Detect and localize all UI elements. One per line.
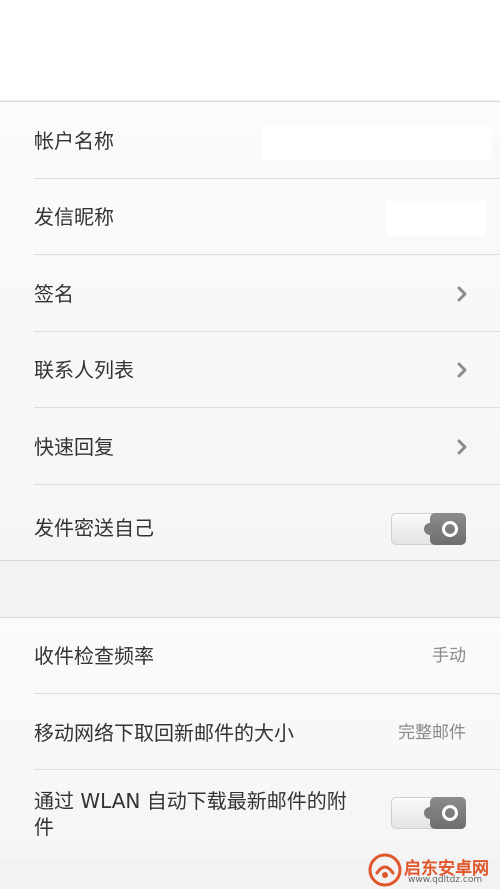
watermark-url: www.qdltdz.com [408,875,483,885]
toggle-off-icon [442,805,458,821]
wlan-auto-download-toggle[interactable] [391,797,466,829]
signature-label: 签名 [34,282,74,306]
toggle-knob [424,513,466,545]
mobile-download-size-row[interactable]: 移动网络下取回新邮件的大小 完整邮件 [0,694,500,770]
sender-nickname-row[interactable]: 发信昵称 [0,179,500,255]
account-name-input[interactable] [262,126,492,160]
bcc-self-toggle[interactable] [391,513,466,545]
sync-settings-section: 收件检查频率 手动 移动网络下取回新邮件的大小 完整邮件 通过 WLAN 自动下… [0,617,500,859]
toggle-knob [424,797,466,829]
contact-list-label: 联系人列表 [34,358,134,382]
quick-reply-row[interactable]: 快速回复 [0,408,500,485]
signature-row[interactable]: 签名 [0,255,500,332]
check-frequency-value: 手动 [432,646,466,666]
watermark: 启东安卓网 www.qdltdz.com [368,853,500,889]
sender-nickname-input[interactable] [386,201,486,235]
contact-list-row[interactable]: 联系人列表 [0,332,500,408]
mobile-download-size-value: 完整邮件 [398,723,466,743]
header-area [0,0,500,100]
chevron-right-icon [457,439,467,455]
account-name-label: 帐户名称 [34,129,114,153]
quick-reply-label: 快速回复 [34,435,114,459]
account-name-row[interactable]: 帐户名称 [0,102,500,179]
check-frequency-row[interactable]: 收件检查频率 手动 [0,618,500,694]
toggle-off-icon [442,521,458,537]
sender-nickname-label: 发信昵称 [34,205,114,229]
wlan-auto-download-label: 通过 WLAN 自动下载最新邮件的附 件 [34,789,347,839]
account-settings-section: 帐户名称 发信昵称 签名 联系人列表 快速回复 发件密送自己 [0,101,500,561]
chevron-right-icon [457,362,467,378]
bcc-self-label: 发件密送自己 [34,516,154,540]
bcc-self-row: 发件密送自己 [0,485,500,560]
chevron-right-icon [457,286,467,302]
check-frequency-label: 收件检查频率 [34,644,154,668]
wlan-auto-download-row: 通过 WLAN 自动下载最新邮件的附 件 [0,770,500,858]
mobile-download-size-label: 移动网络下取回新邮件的大小 [34,721,294,745]
watermark-logo-icon [368,853,402,887]
